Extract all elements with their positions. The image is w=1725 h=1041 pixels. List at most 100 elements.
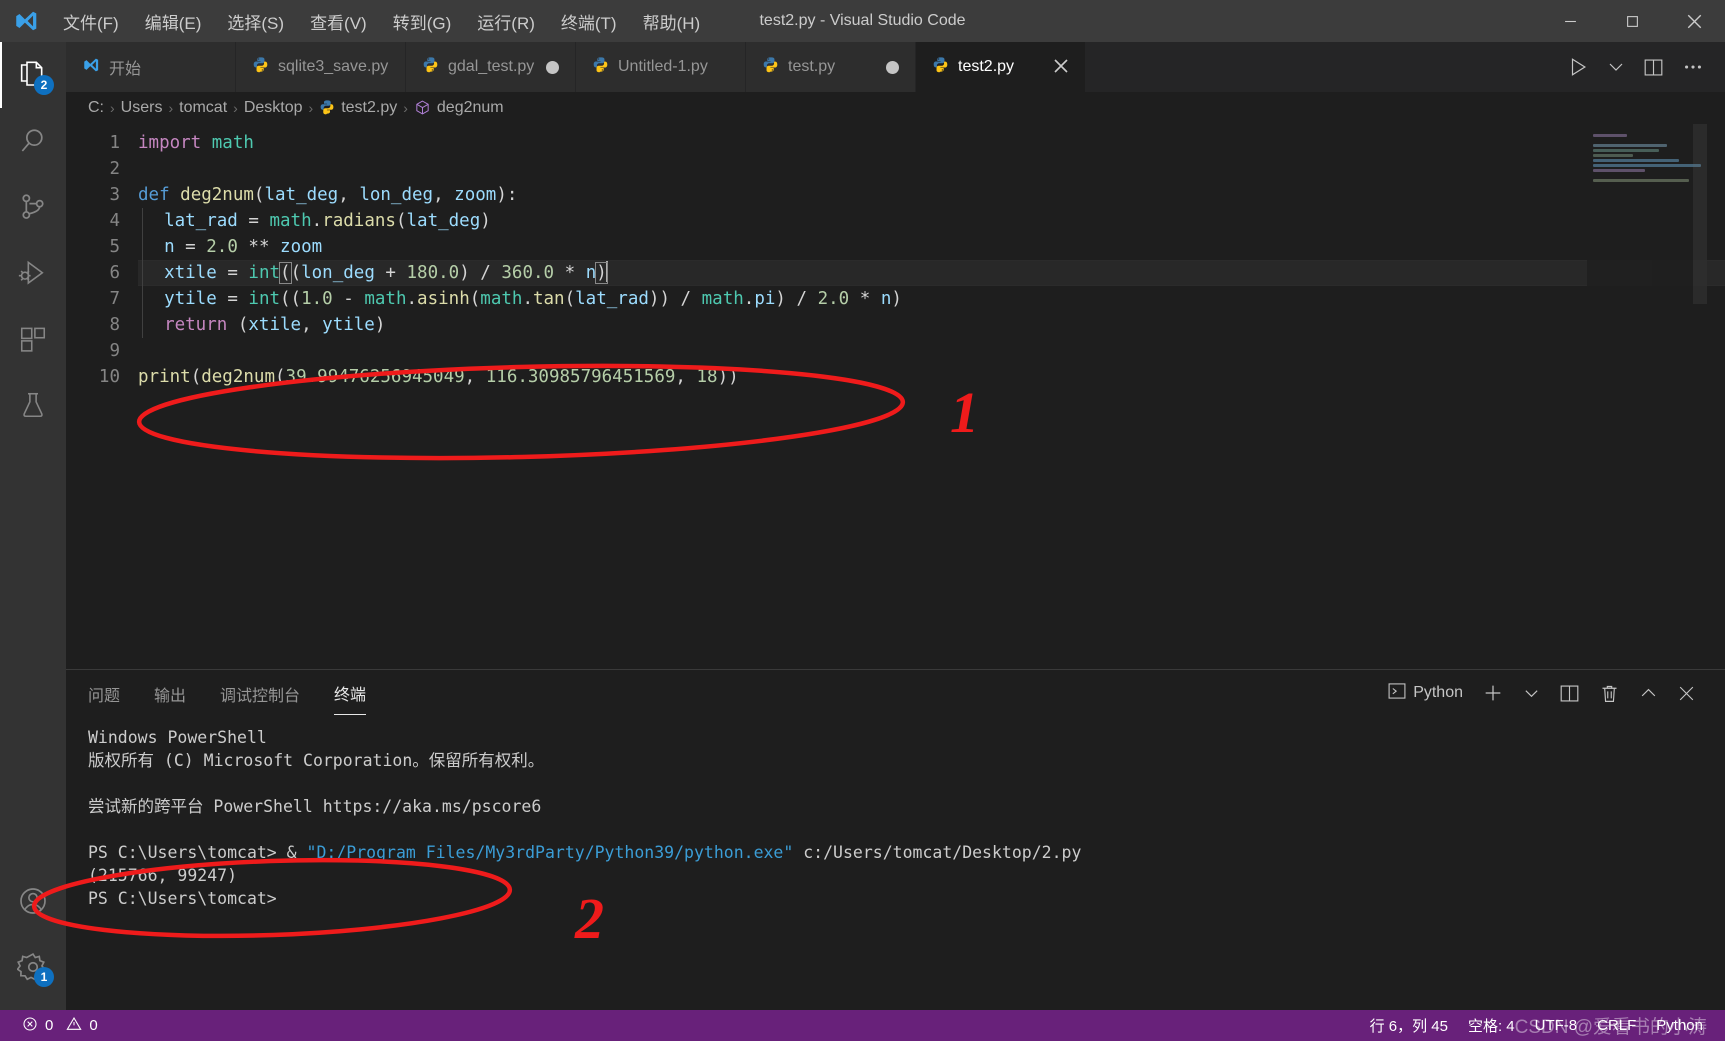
sidebar-item-testing[interactable]: [0, 372, 66, 438]
panel-tab-debug-console[interactable]: 调试控制台: [220, 672, 300, 715]
code-line-8: return (xtile, ytile): [138, 312, 1725, 338]
status-error-warning[interactable]: 0 0: [12, 1016, 108, 1036]
menu-view[interactable]: 查看(V): [299, 4, 378, 39]
code-lines[interactable]: import math def deg2num(lat_deg, lon_deg…: [138, 130, 1725, 390]
terminal-profile-chevron-down-icon[interactable]: [1516, 681, 1547, 706]
explorer-badge: 2: [34, 75, 54, 95]
split-terminal-button[interactable]: [1552, 679, 1587, 708]
menu-edit[interactable]: 编辑(E): [134, 4, 213, 39]
python-icon: [252, 56, 269, 78]
tab-dirty-indicator[interactable]: [886, 60, 899, 74]
terminal-command-path: "D:/Program Files/My3rdParty/Python39/py…: [306, 843, 794, 862]
line-number: 6: [109, 263, 120, 283]
split-editor-right-button[interactable]: [1636, 53, 1671, 82]
breadcrumb-item-tomcat[interactable]: tomcat: [179, 99, 227, 117]
minimize-button[interactable]: [1539, 0, 1601, 42]
editor-scrollbar[interactable]: [1707, 124, 1725, 669]
maximize-button[interactable]: [1601, 0, 1663, 42]
panel-tab-terminal[interactable]: 终端: [334, 671, 367, 715]
line-number: 9: [109, 341, 120, 361]
terminal-line: 版权所有 (C) Microsoft Corporation。保留所有权利。: [88, 751, 545, 770]
encoding-setting[interactable]: UTF-8: [1525, 1017, 1588, 1034]
tab-test[interactable]: test.py: [746, 42, 916, 92]
line-number: 5: [109, 237, 120, 257]
run-python-file-button[interactable]: [1560, 52, 1596, 82]
breadcrumb-item-symbol[interactable]: deg2num: [414, 99, 504, 118]
sidebar-item-extensions[interactable]: [0, 306, 66, 372]
window-controls: [1539, 0, 1725, 42]
tab-label: sqlite3_save.py: [278, 58, 389, 75]
breadcrumb-symbol-label: deg2num: [436, 99, 504, 116]
panel-actions: Python: [1380, 677, 1703, 710]
panel-tab-problems[interactable]: 问题: [88, 672, 120, 715]
python-icon: [932, 56, 949, 78]
run-options-chevron-down-icon[interactable]: [1600, 54, 1632, 80]
code-editor[interactable]: 1 2 3 4 5 6 7 8 9 10 import math def deg…: [66, 124, 1725, 669]
terminal-profile-selector[interactable]: Python: [1380, 677, 1470, 710]
tab-untitled-1[interactable]: Untitled-1.py: [576, 42, 746, 92]
sidebar-item-run-debug[interactable]: [0, 240, 66, 306]
code-line-7: ytile = int((1.0 - math.asinh(math.tan(l…: [138, 286, 1725, 312]
close-button[interactable]: [1663, 0, 1725, 42]
menu-bar: 文件(F) 编辑(E) 选择(S) 查看(V) 转到(G) 运行(R) 终端(T…: [52, 4, 711, 39]
close-panel-button[interactable]: [1670, 680, 1703, 707]
title-bar: 文件(F) 编辑(E) 选择(S) 查看(V) 转到(G) 运行(R) 终端(T…: [0, 0, 1725, 42]
breadcrumb-item-file[interactable]: test2.py: [319, 99, 397, 118]
line-number: 4: [109, 211, 120, 231]
tab-label: gdal_test.py: [448, 58, 535, 75]
close-icon[interactable]: [1053, 58, 1069, 77]
chevron-right-icon: ›: [308, 100, 314, 116]
error-count-label: 0: [45, 1017, 54, 1034]
vscode-window: 文件(F) 编辑(E) 选择(S) 查看(V) 转到(G) 运行(R) 终端(T…: [0, 0, 1725, 1041]
tab-label: test.py: [788, 58, 836, 75]
sidebar-item-explorer[interactable]: 2: [0, 42, 66, 108]
line-number: 8: [109, 315, 120, 335]
panel-tab-output[interactable]: 输出: [154, 672, 186, 715]
menu-help[interactable]: 帮助(H): [632, 4, 712, 39]
menu-go[interactable]: 转到(G): [382, 4, 463, 39]
sidebar-item-source-control[interactable]: [0, 174, 66, 240]
sidebar-item-search[interactable]: [0, 108, 66, 174]
more-actions-button[interactable]: [1675, 52, 1711, 82]
maximize-panel-button[interactable]: [1632, 680, 1665, 707]
error-icon: [22, 1016, 38, 1036]
eol-setting[interactable]: CRLF: [1587, 1017, 1646, 1034]
tab-dirty-indicator[interactable]: [546, 60, 559, 74]
new-terminal-button[interactable]: [1475, 678, 1511, 708]
breadcrumb-item-desktop[interactable]: Desktop: [244, 99, 303, 117]
terminal-line: PS C:\Users\tomcat>: [88, 889, 277, 908]
code-line-3: def deg2num(lat_deg, lon_deg, zoom):: [138, 185, 518, 205]
activity-bar: 2 1: [0, 42, 66, 1010]
terminal-command-arg: c:/Users/tomcat/Desktop/2.py: [793, 843, 1082, 862]
menu-run[interactable]: 运行(R): [466, 4, 546, 39]
status-bar: 0 0 行 6，列 45 空格: 4 UTF-8 CRLF Python: [0, 1010, 1725, 1041]
cursor-position[interactable]: 行 6，列 45: [1360, 1015, 1458, 1036]
editor-actions: [1546, 42, 1725, 92]
python-icon: [762, 56, 779, 78]
menu-terminal[interactable]: 终端(T): [550, 4, 628, 39]
tab-welcome[interactable]: 开始: [66, 42, 236, 92]
line-number-gutter: 1 2 3 4 5 6 7 8 9 10: [66, 130, 138, 390]
tab-test2[interactable]: test2.py: [916, 42, 1086, 92]
breadcrumb-item-users[interactable]: Users: [121, 99, 163, 117]
tab-sqlite3-save[interactable]: sqlite3_save.py: [236, 42, 406, 92]
terminal-profile-label: Python: [1413, 684, 1463, 701]
line-number: 3: [109, 185, 120, 205]
menu-selection[interactable]: 选择(S): [216, 4, 295, 39]
terminal-result-line: (215766, 99247): [88, 866, 238, 885]
kill-terminal-button[interactable]: [1592, 679, 1627, 708]
tab-gdal-test[interactable]: gdal_test.py: [406, 42, 576, 92]
code-content: 1 2 3 4 5 6 7 8 9 10 import math def deg…: [66, 124, 1725, 390]
menu-file[interactable]: 文件(F): [52, 4, 130, 39]
terminal-output[interactable]: Windows PowerShell 版权所有 (C) Microsoft Co…: [66, 716, 1725, 1010]
workbench-body: 2 1 开始 sqlite3_save.py gdal_test.py Unti…: [0, 42, 1725, 1010]
manage-settings-button[interactable]: 1: [0, 934, 66, 1000]
code-line-6: xtile = int((lon_deg + 180.0) / 360.0 * …: [138, 260, 1725, 286]
language-mode[interactable]: Python: [1646, 1017, 1713, 1034]
indentation-setting[interactable]: 空格: 4: [1458, 1015, 1525, 1036]
breadcrumb-item-c[interactable]: C:: [88, 99, 104, 117]
account-button[interactable]: [0, 868, 66, 934]
bottom-panel: 问题 输出 调试控制台 终端 Python Windows PowerShell…: [66, 669, 1725, 1010]
